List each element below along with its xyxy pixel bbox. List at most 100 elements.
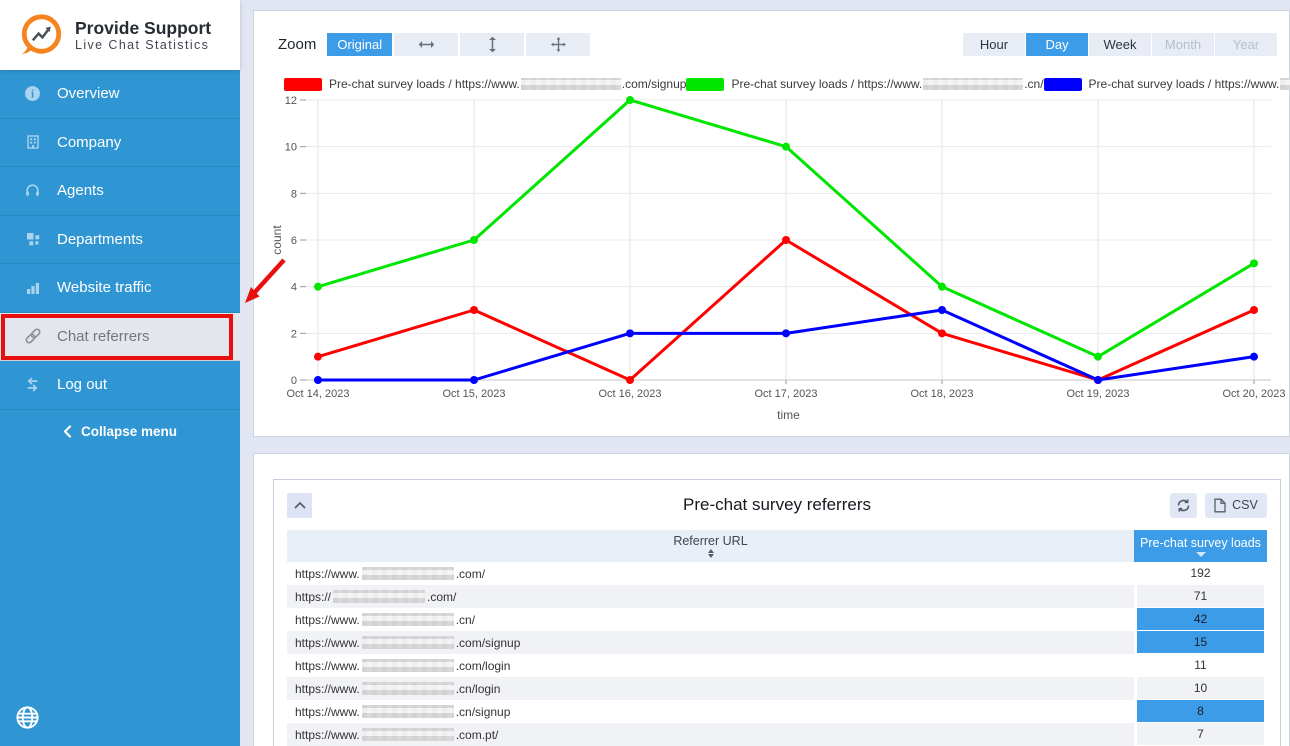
line-chart[interactable]: Oct 14, 2023 Oct 15, 2023 Oct 16, 2023 Oct … <box>254 91 1289 431</box>
svg-text:0: 0 <box>291 375 297 387</box>
sidebar-item-label: Log out <box>57 376 107 393</box>
referrers-panel: Pre-chat survey referrers <box>253 453 1290 746</box>
sidebar-item-label: Agents <box>57 182 104 199</box>
sidebar: Provide Support Live Chat Statistics iOv… <box>0 0 240 746</box>
range-hour-button[interactable]: Hour <box>963 33 1025 56</box>
collapse-widget-button[interactable] <box>287 493 312 518</box>
caret-up-icon <box>294 501 306 509</box>
survey-loads-value: 42 <box>1194 612 1207 626</box>
sort-desc-icon <box>1196 552 1206 557</box>
survey-loads-cell[interactable]: 71 <box>1134 585 1267 608</box>
masked-domain <box>362 613 454 626</box>
link-icon <box>23 327 42 345</box>
survey-loads-cell[interactable]: 42 <box>1134 608 1267 631</box>
arrow-vertical-icon <box>487 36 498 53</box>
table-row[interactable]: https://www..com/login11 <box>287 654 1267 677</box>
logo-subtitle: Live Chat Statistics <box>75 38 211 52</box>
legend-entry: Pre-chat survey loads / https://www..cn/ <box>686 77 1043 91</box>
column-label: Referrer URL <box>673 534 747 548</box>
url-text: .com/ <box>456 567 485 581</box>
sidebar-item-chat-referrers[interactable]: Chat referrers <box>0 313 240 362</box>
logo-title: Provide Support <box>75 18 211 38</box>
masked-domain <box>333 590 425 603</box>
range-year-button: Year <box>1215 33 1277 56</box>
masked-domain <box>521 78 621 90</box>
survey-loads-value: 71 <box>1194 589 1207 603</box>
sidebar-item-label: Website traffic <box>57 279 151 296</box>
sidebar-item-log-out[interactable]: Log out <box>0 361 240 410</box>
masked-domain <box>362 705 454 718</box>
survey-loads-value: 7 <box>1197 727 1204 741</box>
legend-swatch-icon <box>686 78 724 91</box>
bar-chart-icon <box>23 280 42 296</box>
column-header-survey-loads[interactable]: Pre-chat survey loads <box>1134 530 1267 562</box>
widget-toolbar: Pre-chat survey referrers <box>274 480 1280 530</box>
globe-icon[interactable] <box>14 704 41 731</box>
sidebar-item-departments[interactable]: Departments <box>0 216 240 265</box>
survey-loads-cell[interactable]: 192 <box>1134 562 1267 585</box>
logout-icon <box>23 376 42 393</box>
table-row[interactable]: https://www..cn/signup8 <box>287 700 1267 723</box>
svg-text:8: 8 <box>291 188 297 200</box>
button-label: Year <box>1233 37 1259 52</box>
referrer-url-cell[interactable]: https://www..cn/ <box>287 608 1134 631</box>
survey-loads-cell[interactable]: 8 <box>1134 700 1267 723</box>
url-text: .com.pt/ <box>456 728 499 742</box>
zoom-arrow-move-button[interactable] <box>526 33 590 56</box>
time-range-buttons: HourDayWeekMonthYear <box>963 33 1277 56</box>
url-text: https://www. <box>295 659 360 673</box>
zoom-arrow-horizontal-button[interactable] <box>394 33 458 56</box>
masked-domain <box>362 659 454 672</box>
survey-loads-value: 192 <box>1190 566 1210 580</box>
zoom-controls: Zoom Original <box>278 33 590 56</box>
sidebar-item-agents[interactable]: Agents <box>0 167 240 216</box>
arrow-horizontal-icon <box>418 39 435 50</box>
masked-domain <box>362 567 454 580</box>
survey-loads-cell[interactable]: 10 <box>1134 677 1267 700</box>
svg-text:time: time <box>777 408 800 422</box>
collapse-menu-label: Collapse menu <box>81 424 177 439</box>
export-csv-button[interactable]: CSV <box>1205 493 1267 518</box>
column-header-referrer-url[interactable]: Referrer URL <box>287 530 1134 562</box>
svg-text:Oct 18, 2023: Oct 18, 2023 <box>911 388 974 400</box>
provide-support-logo-icon <box>18 12 64 58</box>
svg-text:Oct 16, 2023: Oct 16, 2023 <box>599 388 662 400</box>
referrer-url-cell[interactable]: https://.com/ <box>287 585 1134 608</box>
refresh-button[interactable] <box>1170 493 1197 518</box>
url-text: .com/signup <box>456 636 521 650</box>
referrer-url-cell[interactable]: https://www..com/signup <box>287 631 1134 654</box>
table-row[interactable]: https://www..com/signup15 <box>287 631 1267 654</box>
button-label: Original <box>337 37 382 52</box>
table-body: https://www..com/192https://.com/71https… <box>287 562 1267 746</box>
table-row[interactable]: https://www..com/192 <box>287 562 1267 585</box>
range-week-button[interactable]: Week <box>1089 33 1151 56</box>
svg-text:Oct 20, 2023: Oct 20, 2023 <box>1223 388 1286 400</box>
referrer-url-cell[interactable]: https://www..cn/login <box>287 677 1134 700</box>
sidebar-item-overview[interactable]: iOverview <box>0 70 240 119</box>
table-row[interactable]: https://.com/71 <box>287 585 1267 608</box>
table-row[interactable]: https://www..cn/42 <box>287 608 1267 631</box>
zoom-original-button[interactable]: Original <box>327 33 392 56</box>
survey-loads-cell[interactable]: 11 <box>1134 654 1267 677</box>
csv-label: CSV <box>1232 498 1258 512</box>
referrer-url-cell[interactable]: https://www..com.pt/ <box>287 723 1134 746</box>
referrer-url-cell[interactable]: https://www..com/ <box>287 562 1134 585</box>
svg-text:Oct 15, 2023: Oct 15, 2023 <box>443 388 506 400</box>
info-icon: i <box>23 85 42 102</box>
table-row[interactable]: https://www..cn/login10 <box>287 677 1267 700</box>
zoom-arrow-vertical-button[interactable] <box>460 33 524 56</box>
referrer-url-cell[interactable]: https://www..cn/signup <box>287 700 1134 723</box>
survey-loads-cell[interactable]: 15 <box>1134 631 1267 654</box>
table-row[interactable]: https://www..com.pt/7 <box>287 723 1267 746</box>
svg-text:Oct 14, 2023: Oct 14, 2023 <box>287 388 350 400</box>
survey-loads-cell[interactable]: 7 <box>1134 723 1267 746</box>
legend-entry: Pre-chat survey loads / https://www..com… <box>284 77 686 91</box>
zoom-label: Zoom <box>278 36 316 53</box>
range-day-button[interactable]: Day <box>1026 33 1088 56</box>
collapse-menu-button[interactable]: Collapse menu <box>0 410 240 454</box>
url-text: .cn/login <box>456 682 501 696</box>
sidebar-item-company[interactable]: Company <box>0 119 240 168</box>
sidebar-item-website-traffic[interactable]: Website traffic <box>0 264 240 313</box>
referrer-url-cell[interactable]: https://www..com/login <box>287 654 1134 677</box>
column-label: Pre-chat survey loads <box>1140 536 1261 550</box>
